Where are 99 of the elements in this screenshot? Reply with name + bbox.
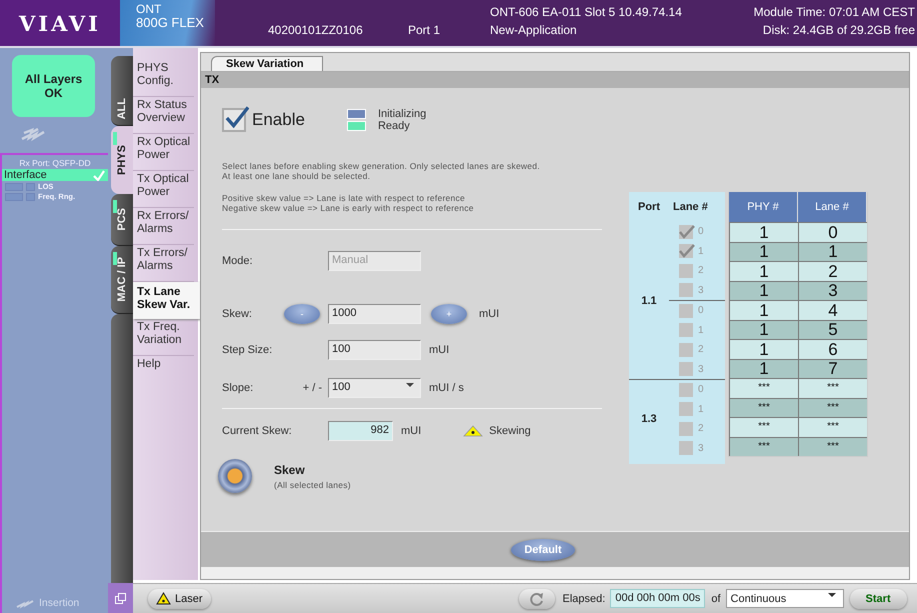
lane-number: 0	[698, 305, 704, 316]
lane-number: 3	[698, 442, 704, 454]
module-time: Module Time: 07:01 AM CEST	[754, 5, 915, 19]
lane-checkbox[interactable]	[679, 244, 693, 258]
lane-number: 3	[698, 364, 704, 375]
slope-dropdown[interactable]: 100	[328, 378, 421, 398]
insertion-label: Insertion	[39, 597, 80, 609]
skew-field[interactable]: 1000	[328, 304, 421, 324]
lane-checkbox[interactable]	[679, 264, 693, 278]
field-label: Skew:	[222, 308, 252, 320]
range-prefix: + / -	[302, 382, 322, 394]
lane-checkbox[interactable]	[679, 224, 693, 239]
current-skew-field[interactable]: 982	[328, 421, 393, 441]
laser-button[interactable]: Laser	[148, 588, 211, 608]
menu-item[interactable]: Rx Status Overview	[133, 97, 194, 134]
device-info: ONT-606 EA-011 Slot 5 10.49.74.14	[490, 5, 682, 19]
lane-number: 2	[698, 423, 704, 434]
duration-dropdown[interactable]: Continuous	[726, 589, 844, 608]
menu-item[interactable]: Tx Freq. Variation	[133, 319, 194, 356]
of-label: of	[711, 592, 721, 604]
lane-number: 2	[698, 344, 704, 356]
product-name: 800G FLEX	[136, 16, 205, 30]
field-label: Slope:	[222, 382, 254, 394]
link-icon	[20, 127, 46, 143]
status-text: Skewing	[489, 425, 531, 437]
lane-number: 0	[698, 226, 704, 238]
product-line: ONT	[136, 2, 162, 16]
lane-number: 1	[698, 324, 704, 336]
unit-label: mUI	[429, 344, 450, 356]
enable-label: Enable	[252, 110, 305, 130]
legend-label: Initializing	[378, 108, 426, 120]
layer-tab[interactable]: ALL	[111, 56, 133, 126]
column-header: Lane #	[672, 201, 708, 213]
enable-checkbox[interactable]	[222, 108, 246, 132]
port-label: Port 1	[408, 23, 442, 39]
field-label: Mode:	[222, 255, 253, 267]
warning-icon	[156, 592, 171, 605]
column-header: Port	[637, 201, 661, 213]
refresh-button[interactable]	[518, 588, 555, 608]
indicator-light	[26, 192, 35, 200]
interface-label: Interface	[4, 169, 47, 181]
copy-icon[interactable]	[115, 592, 126, 604]
lane-number: 1	[698, 246, 704, 257]
unit-label: mUI	[479, 308, 500, 320]
table-cell: ***	[729, 438, 798, 456]
application-name: New-Application	[490, 23, 578, 37]
check-icon	[93, 170, 105, 180]
field-label: Step Size:	[222, 344, 272, 356]
elapsed-label: Elapsed:	[562, 592, 606, 604]
menu-item[interactable]: Rx Optical Power	[133, 134, 194, 171]
indicator-light	[5, 192, 23, 200]
unit-label: mUI / s	[429, 382, 464, 394]
section-header: TX	[201, 72, 909, 88]
lane-number: 0	[698, 384, 704, 396]
menu-item[interactable]: Rx Errors/ Alarms	[133, 208, 194, 245]
skew-description: (All selected lanes)	[274, 480, 351, 490]
table-cell: ***	[798, 438, 867, 456]
link-icon	[16, 598, 34, 608]
start-button[interactable]: Start	[850, 588, 907, 608]
menu-item[interactable]: Tx Lane Skew Var.	[133, 282, 200, 319]
legend-label: Ready	[378, 120, 410, 132]
lane-number: 3	[698, 284, 704, 296]
brand-logo: VIAVI	[0, 0, 120, 46]
skew-label: Skew	[274, 462, 306, 476]
warning-icon	[463, 425, 484, 437]
lane-checkbox[interactable]	[679, 402, 693, 416]
status-indicator: All Layers OK	[12, 55, 95, 117]
lane-number: 2	[698, 265, 704, 276]
lane-checkbox[interactable]	[679, 342, 693, 357]
layer-tab[interactable]: MAC / IP	[111, 246, 133, 314]
instruction-text: Positive skew value => Lane is late with respect to reference Negative skew value => Lane is early with respect to reference	[222, 193, 475, 213]
layer-tab[interactable]: PHYS	[111, 126, 133, 194]
serial-number: 40200101ZZ0106	[268, 23, 364, 39]
port-label: 1.3	[640, 412, 658, 427]
unit-label: mUI	[401, 425, 422, 437]
menu-item[interactable]: PHYS Config.	[133, 60, 194, 97]
field-label: Current Skew:	[222, 425, 292, 437]
lane-checkbox[interactable]	[679, 422, 693, 436]
panel-tab[interactable]: Skew Variation	[211, 56, 323, 71]
lane-checkbox[interactable]	[679, 382, 693, 397]
port-label: 1.1	[640, 294, 658, 308]
menu-item[interactable]: Tx Optical Power	[133, 171, 194, 208]
indicator-light	[26, 182, 35, 190]
lane-checkbox[interactable]	[679, 362, 693, 376]
lane-checkbox[interactable]	[679, 441, 693, 456]
lane-checkbox[interactable]	[679, 283, 693, 298]
skew-toggle-button[interactable]	[218, 459, 252, 493]
layer-tab[interactable]: PCS	[111, 194, 133, 246]
menu-item[interactable]: Help	[133, 356, 194, 393]
refresh-icon	[528, 592, 545, 606]
step-size-field[interactable]: 100	[328, 340, 421, 360]
port-title: Rx Port: QSFP-DD	[18, 157, 92, 169]
lane-checkbox[interactable]	[679, 323, 693, 338]
elapsed-time-field: 00d 00h 00m 00s	[610, 589, 706, 608]
indicator-light	[5, 182, 23, 190]
instruction-text: Select lanes before enabling skew generation. Only selected lanes are skewed. At least one lane should be selected.	[222, 161, 541, 181]
lane-number: 1	[698, 404, 704, 415]
disk-space: Disk: 24.4GB of 29.2GB free	[762, 23, 915, 37]
lane-checkbox[interactable]	[679, 304, 693, 318]
